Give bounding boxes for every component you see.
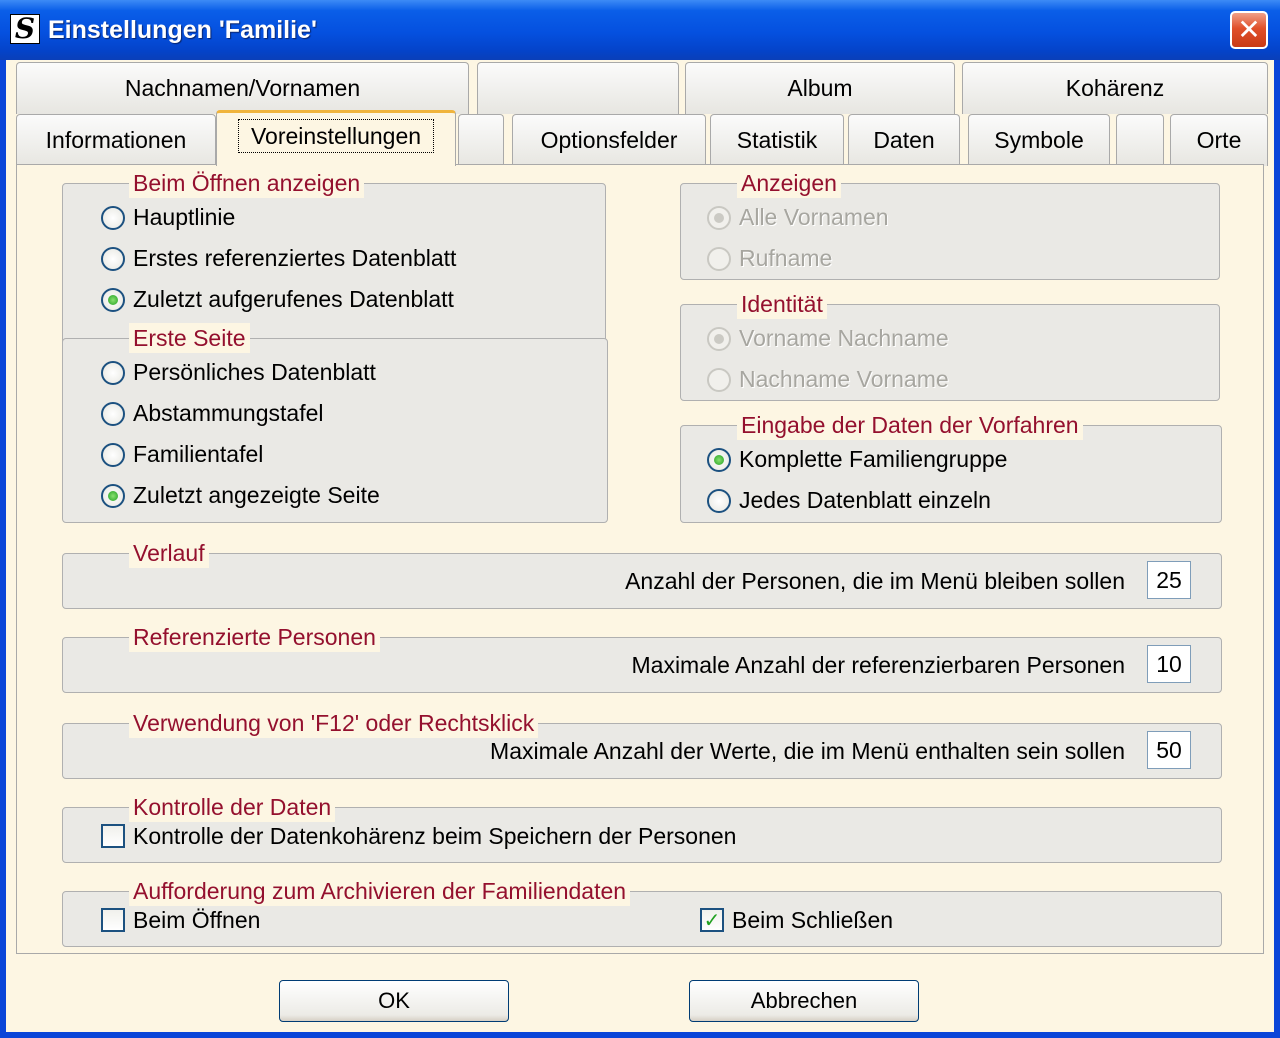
window-title: Einstellungen 'Familie' bbox=[48, 16, 317, 44]
checkmark-icon: ✓ bbox=[700, 908, 724, 932]
verlauf-label: Anzahl der Personen, die im Menü bleiben… bbox=[625, 568, 1125, 594]
dialog-window: S Einstellungen 'Familie' ✕ Nachnamen/Vo… bbox=[0, 0, 1280, 1038]
group-erste-seite: Erste Seite Persönliches Datenblatt Abst… bbox=[62, 323, 608, 523]
verlauf-count-input[interactable]: 25 bbox=[1147, 561, 1191, 599]
radio-circle-icon bbox=[707, 368, 731, 392]
radio-label: Vorname Nachname bbox=[739, 325, 949, 351]
tab-blank-1[interactable] bbox=[477, 62, 679, 114]
tab-blank-2[interactable] bbox=[458, 114, 504, 166]
group-title: Identität bbox=[737, 289, 827, 319]
radio-selected-icon bbox=[707, 448, 731, 472]
radio-circle-icon bbox=[101, 361, 125, 385]
tab-album[interactable]: Album bbox=[685, 62, 955, 114]
radio-label: Erstes referenziertes Datenblatt bbox=[133, 245, 457, 271]
ok-button[interactable]: OK bbox=[279, 980, 509, 1022]
radio-selected-icon bbox=[101, 484, 125, 508]
radio-selected-icon bbox=[101, 288, 125, 312]
group-title: Anzeigen bbox=[737, 168, 841, 198]
radio-circle-icon bbox=[101, 206, 125, 230]
radio-circle-icon bbox=[707, 489, 731, 513]
group-title: Verlauf bbox=[129, 538, 209, 568]
tab-voreinstellungen-label: Voreinstellungen bbox=[237, 119, 435, 153]
radio-label: Abstammungstafel bbox=[133, 400, 324, 426]
radio-label: Zuletzt angezeigte Seite bbox=[133, 482, 380, 508]
radio-circle-icon bbox=[707, 247, 731, 271]
checkbox-label: Beim Öffnen bbox=[133, 907, 261, 933]
radio-label: Familientafel bbox=[133, 441, 264, 467]
radio-selected-icon bbox=[707, 327, 731, 351]
tab-optionsfelder[interactable]: Optionsfelder bbox=[512, 114, 706, 166]
tab-symbole[interactable]: Symbole bbox=[968, 114, 1110, 166]
group-kontrolle-der-daten: Kontrolle der Daten Kontrolle der Datenk… bbox=[62, 792, 1222, 863]
tab-voreinstellungen[interactable]: Voreinstellungen bbox=[216, 110, 456, 166]
tab-informationen[interactable]: Informationen bbox=[16, 114, 216, 166]
group-title: Kontrolle der Daten bbox=[129, 792, 336, 822]
group-title: Aufforderung zum Archivieren der Familie… bbox=[129, 876, 631, 906]
tab-panel-voreinstellungen: Beim Öffnen anzeigen Hauptlinie Erstes r… bbox=[16, 164, 1264, 954]
tab-orte[interactable]: Orte bbox=[1170, 114, 1268, 166]
group-archivieren: Aufforderung zum Archivieren der Familie… bbox=[62, 876, 1222, 947]
checkbox-label: Kontrolle der Datenkohärenz beim Speiche… bbox=[133, 823, 737, 849]
group-verwendung-f12: Verwendung von 'F12' oder Rechtsklick Ma… bbox=[62, 708, 1222, 779]
tab-nachnamen-vornamen[interactable]: Nachnamen/Vornamen bbox=[16, 62, 469, 114]
checkbox-empty-icon bbox=[101, 824, 125, 848]
referenzierte-count-input[interactable]: 10 bbox=[1147, 645, 1191, 683]
radio-label: Alle Vornamen bbox=[739, 204, 889, 230]
group-verlauf: Verlauf Anzahl der Personen, die im Menü… bbox=[62, 538, 1222, 609]
checkbox-label: Beim Schließen bbox=[732, 907, 894, 933]
verwendung-label: Maximale Anzahl der Werte, die im Menü e… bbox=[490, 738, 1125, 764]
checkbox-empty-icon bbox=[101, 908, 125, 932]
radio-label: Nachname Vorname bbox=[739, 366, 949, 392]
group-title: Verwendung von 'F12' oder Rechtsklick bbox=[129, 708, 539, 738]
app-logo-icon: S bbox=[10, 14, 40, 44]
tab-daten[interactable]: Daten bbox=[848, 114, 960, 166]
group-title: Erste Seite bbox=[129, 323, 250, 353]
group-title: Eingabe der Daten der Vorfahren bbox=[737, 410, 1083, 440]
tab-blank-3[interactable] bbox=[1116, 114, 1164, 166]
radio-selected-icon bbox=[707, 206, 731, 230]
group-anzeigen: Anzeigen Alle Vornamen Rufname bbox=[680, 168, 1220, 280]
radio-label: Hauptlinie bbox=[133, 204, 236, 230]
dialog-body: Nachnamen/Vornamen Album Kohärenz Inform… bbox=[6, 60, 1274, 1032]
radio-label: Rufname bbox=[739, 245, 833, 271]
radio-circle-icon bbox=[101, 402, 125, 426]
radio-label: Persönliches Datenblatt bbox=[133, 359, 376, 385]
tab-kohaerenz[interactable]: Kohärenz bbox=[962, 62, 1268, 114]
close-button[interactable]: ✕ bbox=[1230, 11, 1268, 49]
group-referenzierte-personen: Referenzierte Personen Maximale Anzahl d… bbox=[62, 622, 1222, 693]
radio-circle-icon bbox=[101, 443, 125, 467]
group-title: Referenzierte Personen bbox=[129, 622, 380, 652]
close-icon: ✕ bbox=[1237, 13, 1261, 46]
cancel-button[interactable]: Abbrechen bbox=[689, 980, 919, 1022]
verwendung-count-input[interactable]: 50 bbox=[1147, 731, 1191, 769]
group-identitaet: Identität Vorname Nachname Nachname Vorn… bbox=[680, 289, 1220, 401]
referenzierte-label: Maximale Anzahl der referenzierbaren Per… bbox=[631, 652, 1126, 678]
group-eingabe-vorfahren: Eingabe der Daten der Vorfahren Komplett… bbox=[680, 410, 1222, 523]
radio-label: Komplette Familiengruppe bbox=[739, 446, 1008, 472]
group-title: Beim Öffnen anzeigen bbox=[129, 168, 365, 198]
radio-label: Zuletzt aufgerufenes Datenblatt bbox=[133, 286, 454, 312]
title-bar[interactable]: S Einstellungen 'Familie' ✕ bbox=[0, 0, 1280, 60]
radio-label: Jedes Datenblatt einzeln bbox=[739, 487, 991, 513]
tab-statistik[interactable]: Statistik bbox=[710, 114, 844, 166]
radio-circle-icon bbox=[101, 247, 125, 271]
